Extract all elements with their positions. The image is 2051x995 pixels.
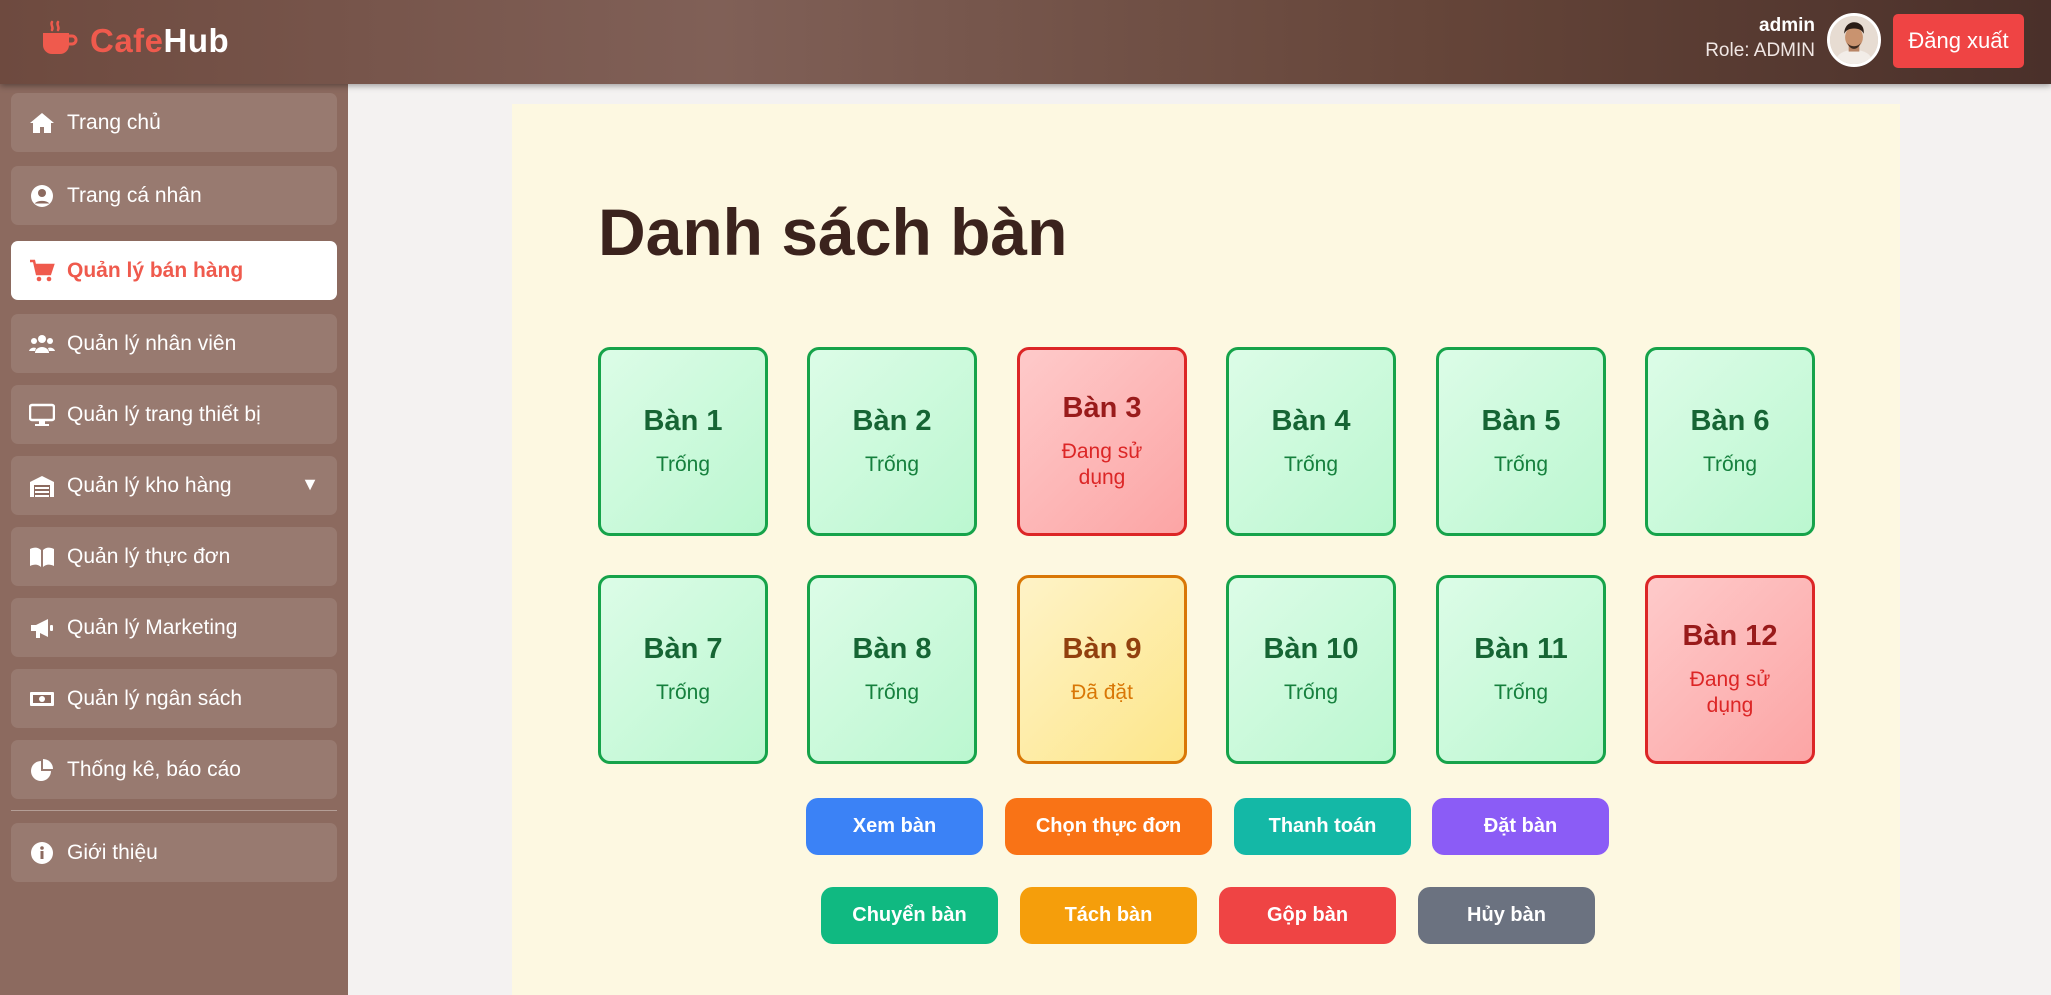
table-status: Trống (655, 681, 711, 704)
sidebar-divider (11, 810, 337, 811)
table-name: Bàn 10 (1263, 633, 1359, 665)
table-name: Bàn 7 (643, 633, 723, 665)
table-status: Trống (1493, 681, 1549, 704)
app-logo[interactable]: CafeHub (38, 18, 229, 64)
table-card[interactable]: Bàn 9 Đã đặt (1017, 575, 1187, 764)
sidebar-item-label: Quản lý trang thiết bị (67, 402, 261, 426)
book-icon (27, 544, 57, 570)
top-header: CafeHub admin Role: ADMIN Đăng xuất (0, 0, 2051, 84)
logo-text-cafe: Cafe (90, 22, 164, 59)
table-name: Bàn 8 (852, 633, 932, 665)
table-card[interactable]: Bàn 10 Trống (1226, 575, 1396, 764)
table-name: Bàn 12 (1682, 620, 1778, 652)
table-status: Trống (864, 453, 920, 476)
sidebar-item-label: Trang chủ (67, 110, 161, 134)
monitor-icon (27, 402, 57, 428)
table-name: Bàn 3 (1062, 392, 1142, 424)
table-card[interactable]: Bàn 5 Trống (1436, 347, 1606, 536)
table-card[interactable]: Bàn 6 Trống (1645, 347, 1815, 536)
checkout-button[interactable]: Thanh toán (1234, 798, 1411, 855)
table-status: Trống (1283, 681, 1339, 704)
sidebar-item-marketing[interactable]: Quản lý Marketing (11, 598, 337, 657)
table-name: Bàn 5 (1481, 405, 1561, 437)
sidebar-item-label: Quản lý nhân viên (67, 331, 237, 355)
table-name: Bàn 11 (1474, 633, 1568, 665)
sidebar-item-menu[interactable]: Quản lý thực đơn (11, 527, 337, 586)
table-card[interactable]: Bàn 3 Đang sử dụng (1017, 347, 1187, 536)
pie-chart-icon (27, 757, 57, 783)
sidebar-item-sales[interactable]: Quản lý bán hàng (11, 241, 337, 300)
table-status: Trống (1493, 453, 1549, 476)
sidebar-item-budget[interactable]: Quản lý ngân sách (11, 669, 337, 728)
table-card[interactable]: Bàn 2 Trống (807, 347, 977, 536)
logo-text: CafeHub (90, 22, 229, 60)
sidebar-item-equipment[interactable]: Quản lý trang thiết bị (11, 385, 337, 444)
sidebar-item-label: Quản lý bán hàng (67, 258, 244, 282)
cart-icon (27, 258, 57, 284)
page-title: Danh sách bàn (598, 195, 1068, 269)
choose-menu-button[interactable]: Chọn thực đơn (1005, 798, 1212, 855)
sidebar-item-label: Giới thiệu (67, 840, 158, 864)
sidebar-item-reports[interactable]: Thống kê, báo cáo (11, 740, 337, 799)
money-icon (27, 686, 57, 712)
table-card[interactable]: Bàn 8 Trống (807, 575, 977, 764)
merge-table-button[interactable]: Gộp bàn (1219, 887, 1396, 944)
table-name: Bàn 9 (1062, 633, 1142, 665)
table-card[interactable]: Bàn 12 Đang sử dụng (1645, 575, 1815, 764)
megaphone-icon (27, 615, 57, 641)
user-circle-icon (27, 183, 57, 209)
user-info: admin Role: ADMIN (1705, 14, 1815, 64)
avatar[interactable] (1827, 13, 1881, 67)
table-status: Trống (864, 681, 920, 704)
coffee-cup-icon (38, 19, 78, 64)
sidebar-item-warehouse[interactable]: Quản lý kho hàng ▼ (11, 456, 337, 515)
sidebar-item-label: Trang cá nhân (67, 183, 202, 207)
logo-text-hub: Hub (163, 22, 230, 59)
table-card[interactable]: Bàn 4 Trống (1226, 347, 1396, 536)
table-name: Bàn 6 (1690, 405, 1770, 437)
warehouse-icon (27, 473, 57, 499)
table-card[interactable]: Bàn 11 Trống (1436, 575, 1606, 764)
table-card[interactable]: Bàn 1 Trống (598, 347, 768, 536)
table-status: Trống (655, 453, 711, 476)
table-status: Trống (1702, 453, 1758, 476)
view-table-button[interactable]: Xem bàn (806, 798, 983, 855)
chevron-down-icon[interactable]: ▼ (301, 474, 319, 495)
table-name: Bàn 4 (1271, 405, 1351, 437)
home-icon (27, 110, 57, 136)
sidebar-item-staff[interactable]: Quản lý nhân viên (11, 314, 337, 373)
table-status: Trống (1283, 453, 1339, 476)
table-status: Đang sử dụng (1061, 440, 1143, 489)
cancel-table-button[interactable]: Hủy bàn (1418, 887, 1595, 944)
table-status: Đã đặt (1071, 681, 1133, 704)
logout-button[interactable]: Đăng xuất (1893, 14, 2024, 68)
sidebar-item-label: Quản lý ngân sách (67, 686, 243, 710)
sidebar: Trang chủ Trang cá nhân Quản lý bán hàng… (0, 84, 348, 995)
info-icon (27, 840, 57, 866)
main-panel: Danh sách bàn Bàn 1 Trống Bàn 2 Trống Bà… (512, 104, 1900, 995)
avatar-person-icon (1830, 16, 1878, 64)
user-role: Role: ADMIN (1705, 40, 1815, 61)
user-name: admin (1759, 15, 1815, 36)
sidebar-item-label: Quản lý kho hàng (67, 473, 232, 497)
sidebar-item-label: Quản lý Marketing (67, 615, 238, 639)
table-card[interactable]: Bàn 7 Trống (598, 575, 768, 764)
sidebar-item-profile[interactable]: Trang cá nhân (11, 166, 337, 225)
table-name: Bàn 1 (643, 405, 723, 437)
sidebar-item-label: Thống kê, báo cáo (67, 757, 241, 781)
sidebar-item-label: Quản lý thực đơn (67, 544, 231, 568)
sidebar-item-about[interactable]: Giới thiệu (11, 823, 337, 882)
sidebar-item-home[interactable]: Trang chủ (11, 93, 337, 152)
users-icon (27, 331, 57, 357)
reserve-table-button[interactable]: Đặt bàn (1432, 798, 1609, 855)
table-name: Bàn 2 (852, 405, 932, 437)
table-status: Đang sử dụng (1689, 668, 1771, 717)
split-table-button[interactable]: Tách bàn (1020, 887, 1197, 944)
move-table-button[interactable]: Chuyển bàn (821, 887, 998, 944)
